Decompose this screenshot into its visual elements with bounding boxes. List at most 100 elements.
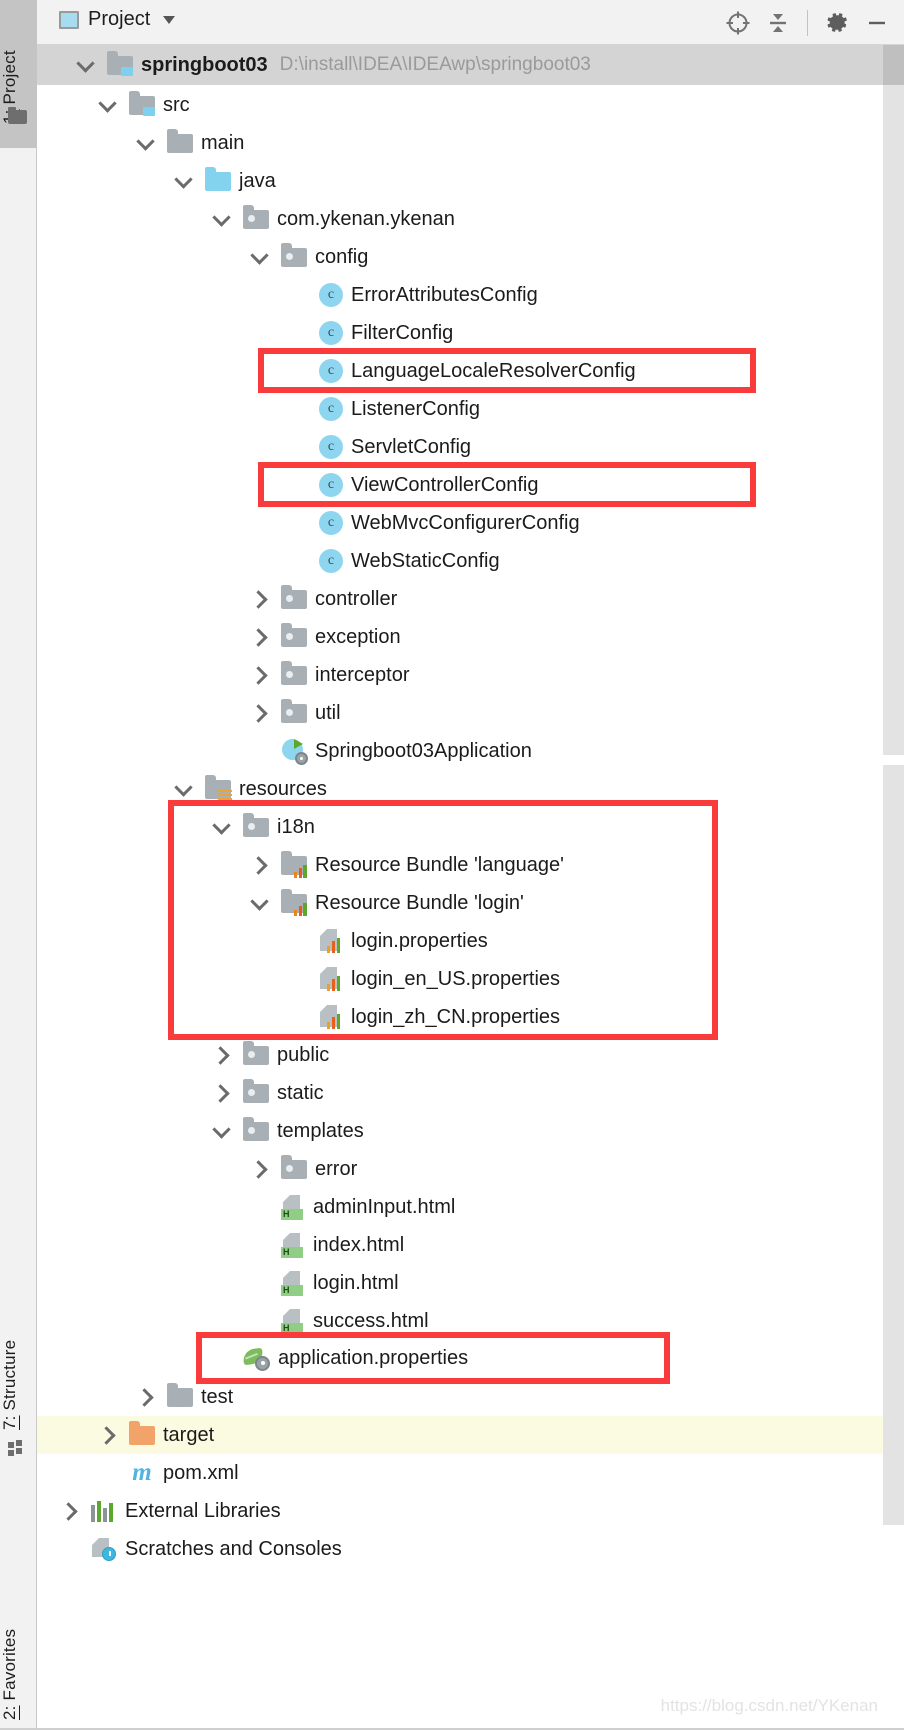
tree-row-c1[interactable]: c ErrorAttributesConfig (37, 276, 883, 314)
chevron-right-icon[interactable] (249, 702, 271, 724)
chevron-right-icon[interactable] (249, 664, 271, 686)
tree-row-c2[interactable]: c FilterConfig (37, 314, 883, 352)
tree-row-rb-login[interactable]: Resource Bundle 'login' (37, 884, 883, 922)
tree-row-label: adminInput.html (313, 1196, 456, 1218)
chevron-right-icon[interactable] (249, 1158, 271, 1180)
tree-row-test[interactable]: test (37, 1378, 883, 1416)
tree-row-exception[interactable]: exception (37, 618, 883, 656)
tree-leaf-spacer (287, 550, 309, 572)
tree-row-h1[interactable]: HadminInput.html (37, 1188, 883, 1226)
tool-tab-favorites-label: Favorites (0, 1628, 19, 1706)
tree-row-error[interactable]: error (37, 1150, 883, 1188)
chevron-down-icon[interactable] (249, 892, 271, 914)
tree-row-extlibs[interactable]: External Libraries (37, 1492, 883, 1530)
tree-row-project-root[interactable]: springboot03 D:\install\IDEA\IDEAwp\spri… (37, 45, 883, 85)
tree-row-templates[interactable]: templates (37, 1112, 883, 1150)
tree-row-c5[interactable]: c ServletConfig (37, 428, 883, 466)
vertical-scrollbar-thumb-lower[interactable] (883, 765, 904, 1525)
tree-row-label: Resource Bundle 'login' (315, 892, 524, 914)
tree-row-static[interactable]: static (37, 1074, 883, 1112)
tree-row-c4[interactable]: c ListenerConfig (37, 390, 883, 428)
tree-row-p3[interactable]: login_zh_CN.properties (37, 998, 883, 1036)
tree-row-h2[interactable]: Hindex.html (37, 1226, 883, 1264)
tree-row-c3[interactable]: c LanguageLocaleResolverConfig (37, 352, 883, 390)
tree-row-config[interactable]: config (37, 238, 883, 276)
chevron-down-icon[interactable] (211, 816, 233, 838)
folder-sources-icon (205, 166, 231, 191)
scratches-and-consoles-icon (91, 1537, 117, 1561)
tree-row-scratches[interactable]: Scratches and Consoles (37, 1530, 883, 1568)
chevron-down-icon[interactable] (211, 208, 233, 230)
chevron-right-icon[interactable] (211, 1044, 233, 1066)
tree-row-h3[interactable]: Hlogin.html (37, 1264, 883, 1302)
project-view-selector[interactable]: Project (59, 8, 176, 31)
tree-row-label: ErrorAttributesConfig (351, 284, 538, 306)
gear-icon[interactable] (820, 6, 854, 40)
chevron-down-icon[interactable] (163, 15, 176, 24)
chevron-down-icon[interactable] (135, 132, 157, 154)
tree-row-pom[interactable]: m pom.xml (37, 1454, 883, 1492)
html-file-icon: H (281, 1308, 305, 1334)
tree-row-util[interactable]: util (37, 694, 883, 732)
tree-row-pkg[interactable]: com.ykenan.ykenan (37, 200, 883, 238)
properties-file-icon (319, 967, 343, 991)
vertical-scrollbar-thumb[interactable] (883, 85, 904, 755)
tree-row-public[interactable]: public (37, 1036, 883, 1074)
tree-row-label: exception (315, 626, 401, 648)
tree-row-label: ServletConfig (351, 436, 472, 458)
tree-row-p1[interactable]: login.properties (37, 922, 883, 960)
tree-row-src[interactable]: src (37, 86, 883, 124)
tree-row-main[interactable]: main (37, 124, 883, 162)
chevron-right-icon[interactable] (249, 626, 271, 648)
tool-tab-favorites[interactable]: 2: Favorites (0, 1580, 37, 1720)
tree-row-label: LanguageLocaleResolverConfig (351, 360, 636, 382)
tree-row-h4[interactable]: Hsuccess.html (37, 1302, 883, 1340)
tree-row-app[interactable]: Springboot03Application (37, 732, 883, 770)
tree-row-appprops[interactable]: application.properties (37, 1340, 883, 1378)
scroll-from-source-icon[interactable] (721, 6, 755, 40)
tree-row-resources[interactable]: resources (37, 770, 883, 808)
chevron-down-icon[interactable] (211, 1120, 233, 1142)
tree-row-controller[interactable]: controller (37, 580, 883, 618)
vertical-scrollbar-track[interactable] (883, 85, 904, 1730)
chevron-right-icon[interactable] (249, 588, 271, 610)
chevron-down-icon[interactable] (75, 54, 97, 76)
chevron-down-icon[interactable] (97, 94, 119, 116)
structure-icon (8, 1440, 28, 1456)
chevron-down-icon[interactable] (249, 246, 271, 268)
tree-row-i18n[interactable]: i18n (37, 808, 883, 846)
html-file-icon: H (281, 1194, 305, 1220)
tree-row-c8[interactable]: c WebStaticConfig (37, 542, 883, 580)
folder-module-icon (107, 50, 133, 76)
collapse-all-icon[interactable] (761, 6, 795, 40)
tree-leaf-spacer (287, 436, 309, 458)
tree-row-java[interactable]: java (37, 162, 883, 200)
chevron-right-icon[interactable] (97, 1424, 119, 1446)
tool-tab-structure[interactable]: 7: Structure (0, 1302, 37, 1430)
tree-row-rb-language[interactable]: Resource Bundle 'language' (37, 846, 883, 884)
chevron-right-icon[interactable] (59, 1500, 81, 1522)
tree-row-c7[interactable]: c WebMvcConfigurerConfig (37, 504, 883, 542)
tree-row-target[interactable]: target (37, 1416, 883, 1454)
project-tree[interactable]: src main java com.ykenan.ykenan config c Error… (37, 85, 883, 1730)
chevron-right-icon[interactable] (135, 1386, 157, 1408)
tool-tab-favorites-number: 2: (0, 1705, 19, 1720)
tool-tab-project[interactable]: 1: Project (0, 6, 37, 124)
chevron-down-icon[interactable] (173, 778, 195, 800)
tree-row-label: login_zh_CN.properties (351, 1006, 561, 1028)
tree-row-label: index.html (313, 1234, 405, 1256)
folder-icon (167, 128, 193, 153)
tree-row-c6[interactable]: c ViewControllerConfig (37, 466, 883, 504)
chevron-right-icon[interactable] (211, 1082, 233, 1104)
chevron-right-icon[interactable] (249, 854, 271, 876)
folder-package-icon (243, 204, 269, 229)
tree-row-label: error (315, 1158, 358, 1180)
chevron-down-icon[interactable] (173, 170, 195, 192)
tree-row-p2[interactable]: login_en_US.properties (37, 960, 883, 998)
tree-row-label: login.properties (351, 930, 488, 952)
properties-file-icon (319, 929, 343, 953)
minimize-icon[interactable] (860, 6, 894, 40)
tree-row-label: login.html (313, 1272, 399, 1294)
resource-bundle-icon (281, 888, 307, 916)
tree-row-interceptor[interactable]: interceptor (37, 656, 883, 694)
